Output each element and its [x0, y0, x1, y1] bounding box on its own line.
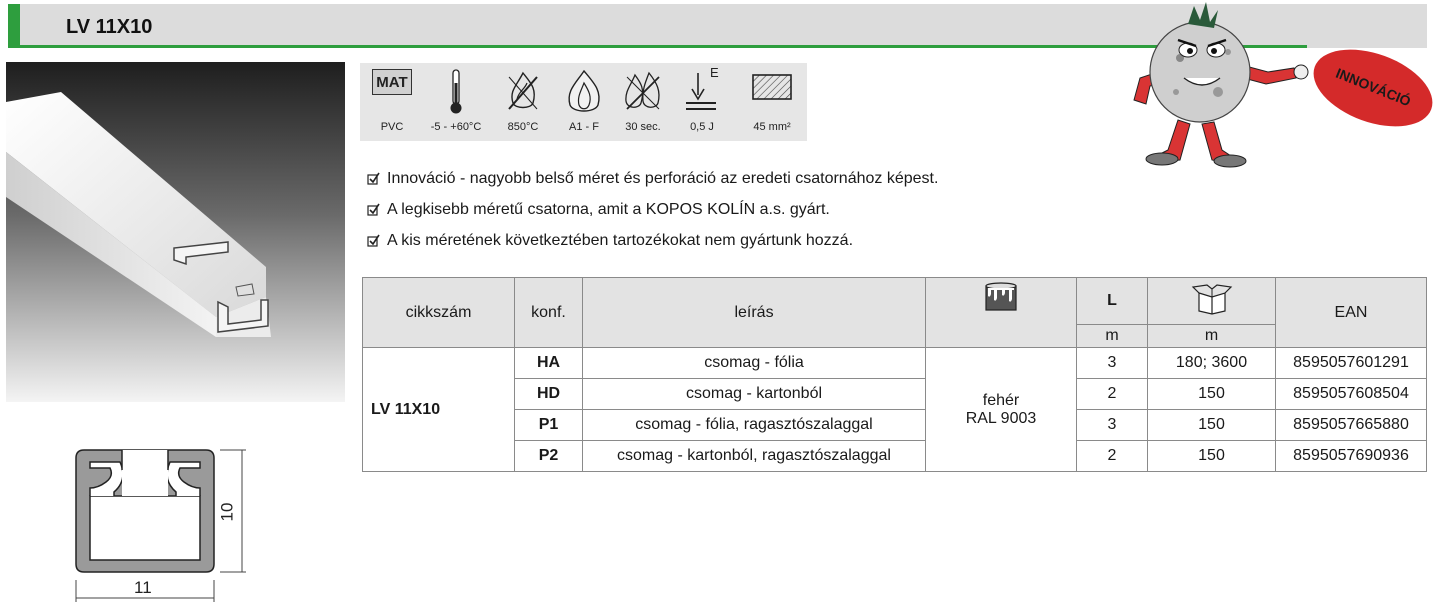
table-row: HD csomag - kartonból 2 150 859505760850… [363, 378, 1427, 410]
title-underline [20, 45, 1307, 48]
glow-wire-icon [508, 71, 538, 110]
material-badge-icon: MAT [372, 69, 412, 95]
innovation-mascot: INNOVÁCIÓ [1133, 2, 1433, 168]
header-ean: EAN [1275, 277, 1427, 348]
ean-cell: 8595057601291 [1275, 347, 1427, 379]
length-cell: 3 [1076, 347, 1148, 379]
property-cross-section: 45 mm² [742, 63, 802, 141]
conf-cell: HD [514, 378, 583, 410]
desc-cell: csomag - fólia [582, 347, 926, 379]
color-cell: fehér RAL 9003 [925, 347, 1077, 472]
table-row: P2 csomag - kartonból, ragasztószalaggal… [363, 440, 1427, 472]
product-code-cell: LV 11X10 [362, 347, 515, 472]
header-conf: konf. [514, 277, 583, 348]
cross-section-icon [752, 74, 792, 100]
list-item-text: A legkisebb méretű csatorna, amit a KOPO… [387, 201, 830, 218]
header-package [1147, 277, 1276, 325]
list-item-text: A kis méretének következtében tartozékok… [387, 232, 854, 249]
conf-cell: HA [514, 347, 583, 379]
checkbox-icon [367, 172, 380, 185]
desc-cell: csomag - fólia, ragasztószalaggal [582, 409, 926, 441]
property-temperature: -5 - +60°C [426, 63, 486, 141]
fire-time-icon [625, 71, 660, 110]
package-cell: 150 [1147, 378, 1276, 410]
header-length-unit: m [1076, 324, 1148, 348]
list-item: Innováció - nagyobb belső méret és perfo… [367, 170, 938, 201]
length-cell: 2 [1076, 378, 1148, 410]
list-item-text: Innováció - nagyobb belső méret és perfo… [387, 170, 939, 187]
package-cell: 150 [1147, 440, 1276, 472]
header-code: cikkszám [362, 277, 515, 348]
desc-cell: csomag - kartonból [582, 378, 926, 410]
spec-table: cikkszám konf. leírás L EAN m m LV 11X10… [362, 277, 1427, 472]
impact-energy-label: E [710, 65, 719, 80]
properties-panel: MAT PVC -5 - +60°C 850°C A1 - F 30 sec. … [360, 63, 807, 141]
property-value: 0,5 J [690, 121, 714, 133]
header-length: L [1076, 277, 1148, 325]
table-row: LV 11X10 HA csomag - fólia fehér RAL 900… [362, 347, 1427, 472]
desc-cell: csomag - kartonból, ragasztószalaggal [582, 440, 926, 472]
conf-cell: P1 [514, 409, 583, 441]
length-cell: 3 [1076, 409, 1148, 441]
checkbox-icon [367, 234, 380, 247]
property-impact: E 0,5 J [672, 63, 732, 141]
list-item: A legkisebb méretű csatorna, amit a KOPO… [367, 201, 938, 232]
header-color [925, 277, 1077, 348]
ean-cell: 8595057608504 [1275, 378, 1427, 410]
thermometer-icon [450, 69, 462, 114]
height-dimension-label: 10 [217, 502, 237, 522]
package-cell: 150 [1147, 409, 1276, 441]
width-dimension-label: 11 [134, 578, 152, 597]
color-ral: RAL 9003 [965, 409, 1037, 427]
conf-cell: P2 [514, 440, 583, 472]
color-name: fehér [982, 391, 1020, 409]
length-cell: 2 [1076, 440, 1148, 472]
property-material: MAT PVC [362, 63, 422, 141]
header-package-unit: m [1147, 324, 1276, 348]
flame-icon [568, 69, 600, 112]
product-photo [6, 62, 345, 402]
paint-can-icon [985, 282, 1017, 311]
property-value: 45 mm² [753, 121, 791, 133]
ean-cell: 8595057665880 [1275, 409, 1427, 441]
cross-section-drawing [75, 449, 246, 602]
feature-list: Innováció - nagyobb belső méret és perfo… [367, 170, 938, 263]
product-title: LV 11X10 [66, 16, 153, 38]
box-icon [1191, 283, 1232, 315]
table-row: P1 csomag - fólia, ragasztószalaggal 3 1… [363, 409, 1427, 441]
package-cell: 180; 3600 [1147, 347, 1276, 379]
header-desc: leírás [582, 277, 926, 348]
checkbox-icon [367, 203, 380, 216]
ean-cell: 8595057690936 [1275, 440, 1427, 472]
list-item: A kis méretének következtében tartozékok… [367, 232, 938, 263]
